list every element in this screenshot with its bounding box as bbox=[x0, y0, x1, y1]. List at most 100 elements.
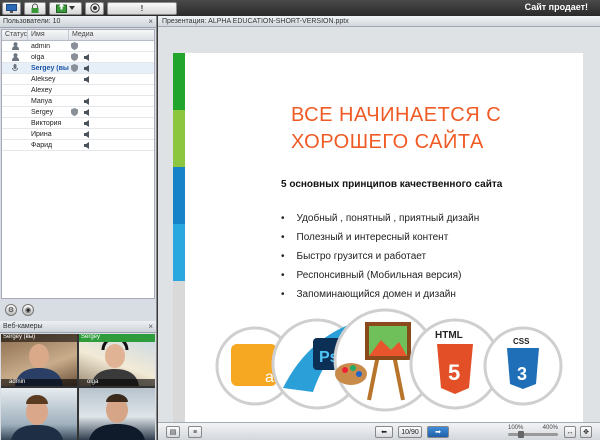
zoom-knob[interactable] bbox=[518, 431, 524, 438]
user-icon bbox=[11, 42, 19, 50]
user-status bbox=[2, 64, 28, 72]
speaker-icon bbox=[84, 75, 89, 83]
webcam-tile[interactable] bbox=[79, 388, 155, 440]
users-list: Статус Имя Медиа admin olga Sergey (вы) Ale… bbox=[1, 29, 155, 299]
options-button[interactable]: ◉ bbox=[22, 304, 34, 316]
user-name: Mariya bbox=[31, 97, 53, 105]
user-row[interactable]: Alexey bbox=[2, 85, 154, 96]
zoom-slider[interactable]: 100% 400% bbox=[508, 425, 558, 438]
user-icon bbox=[11, 53, 19, 61]
chevron-down-icon bbox=[69, 6, 75, 10]
webcam-tile[interactable] bbox=[1, 388, 77, 440]
person-image bbox=[89, 394, 145, 440]
speaker-icon bbox=[84, 108, 89, 116]
lock-icon bbox=[31, 3, 39, 13]
user-row[interactable]: olga bbox=[2, 52, 154, 63]
user-name: olga bbox=[31, 53, 45, 61]
lock-button[interactable] bbox=[24, 1, 46, 15]
column-media[interactable]: Медиа bbox=[69, 30, 154, 40]
upload-button[interactable] bbox=[49, 1, 82, 15]
expand-icon: ↔ bbox=[566, 428, 574, 436]
next-slide-button[interactable]: ➡ bbox=[427, 426, 449, 438]
user-row[interactable]: Sergey bbox=[2, 107, 154, 118]
user-status bbox=[2, 53, 28, 61]
user-name: Sergey (вы) bbox=[31, 64, 69, 72]
bullet-item: Быстро грузится и работает bbox=[281, 247, 479, 266]
column-status[interactable]: Статус bbox=[2, 30, 28, 40]
move-button[interactable]: ✥ bbox=[580, 426, 592, 438]
user-row[interactable]: Виктория bbox=[2, 118, 154, 129]
app-title: Сайт продает! bbox=[524, 2, 588, 12]
user-name: Sergey bbox=[31, 108, 54, 116]
slide-title-line: ХОРОШЕГО САЙТА bbox=[291, 131, 484, 153]
user-row[interactable]: Ирина bbox=[2, 129, 154, 140]
user-name: Виктория bbox=[31, 119, 62, 127]
bullet-item: Запоминающийся домен и дизайн bbox=[281, 285, 479, 304]
person-image bbox=[11, 395, 63, 440]
close-icon[interactable]: × bbox=[148, 322, 153, 331]
users-columns: Статус Имя Медиа bbox=[2, 30, 154, 41]
close-icon[interactable]: × bbox=[148, 17, 153, 26]
user-row[interactable]: Sergey (вы) bbox=[2, 63, 154, 74]
user-row[interactable]: admin bbox=[2, 41, 154, 52]
webcams-title: Веб-камеры bbox=[3, 323, 43, 330]
user-name: Alexey bbox=[31, 86, 53, 94]
presentation-area: ВСЕ НАЧИНАЕТСЯ С ХОРОШЕГО САЙТА 5 основн… bbox=[158, 27, 600, 423]
slide-stripe-lightblue bbox=[173, 224, 185, 281]
column-name[interactable]: Имя bbox=[28, 30, 69, 40]
logo-html: HTML bbox=[435, 330, 463, 341]
user-media bbox=[69, 108, 154, 116]
slide-subtitle: 5 основных принципов качественного сайта bbox=[281, 179, 503, 190]
zoom-max-label: 400% bbox=[542, 425, 558, 431]
svg-text:3: 3 bbox=[517, 364, 527, 384]
webcam-label: Sergey bbox=[79, 334, 155, 342]
speaker-icon bbox=[84, 97, 89, 105]
prev-slide-button[interactable]: ⬅ bbox=[375, 426, 393, 438]
bullet-item: Респонсивный (Мобильная версия) bbox=[281, 266, 479, 285]
user-media bbox=[69, 42, 154, 50]
user-row[interactable]: Mariya bbox=[2, 96, 154, 107]
fit-width-button[interactable]: ≡ bbox=[188, 426, 202, 438]
webcam-tile[interactable]: Sergey olga bbox=[79, 334, 155, 386]
raise-hand-button[interactable]: ! bbox=[107, 1, 177, 15]
webcam-footer: admin bbox=[1, 379, 77, 386]
bullet-item: Удобный , понятный , приятный дизайн bbox=[281, 209, 480, 228]
upload-presentation-button[interactable]: ▤ bbox=[166, 426, 180, 438]
arrow-left-icon: ⬅ bbox=[381, 429, 387, 436]
bullet-item: Полезный и интересный контент bbox=[281, 228, 479, 247]
shield-icon bbox=[71, 42, 78, 50]
user-media bbox=[69, 130, 154, 138]
software-logos: ai Ps HTML 5 CSS 3 bbox=[215, 308, 563, 412]
speaker-icon bbox=[84, 64, 89, 72]
record-button[interactable] bbox=[85, 1, 104, 15]
user-row[interactable]: Фарид bbox=[2, 140, 154, 151]
users-panel-header: Пользователи: 10 × bbox=[0, 16, 156, 28]
user-row[interactable]: Aleksey bbox=[2, 74, 154, 85]
user-name: Aleksey bbox=[31, 75, 56, 83]
css3-logo-icon: CSS 3 bbox=[483, 326, 563, 406]
speaker-icon bbox=[84, 119, 89, 127]
document-icon: ▤ bbox=[169, 429, 177, 436]
zoom-track[interactable] bbox=[508, 431, 558, 438]
user-media bbox=[69, 97, 154, 105]
fullscreen-button[interactable]: ↔ bbox=[564, 426, 576, 438]
settings-button[interactable]: ⚙ bbox=[5, 304, 17, 316]
top-toolbar: ! Сайт продает! bbox=[0, 0, 600, 16]
webcam-tile[interactable]: Sergey (вы) admin bbox=[1, 334, 77, 386]
slide-stripe-green bbox=[173, 53, 185, 110]
page-indicator[interactable]: 10/90 bbox=[398, 426, 422, 438]
gear-icon: ⚙ bbox=[7, 307, 15, 314]
user-name: admin bbox=[31, 42, 51, 50]
user-media bbox=[69, 141, 154, 149]
webcam-grid: Sergey (вы) admin Sergey olga bbox=[1, 334, 155, 440]
slide-title-line: ВСЕ НАЧИНАЕТСЯ С bbox=[291, 104, 502, 126]
logo-css: CSS bbox=[513, 337, 530, 346]
share-screen-button[interactable] bbox=[2, 1, 21, 15]
microphone-icon bbox=[12, 64, 18, 71]
record-icon bbox=[89, 3, 100, 13]
users-count: Пользователи: 10 bbox=[3, 18, 61, 25]
shield-icon bbox=[71, 53, 78, 61]
presentation-controls: ▤ ≡ ⬅ 10/90 ➡ 100% 400% ↔ ✥ bbox=[158, 422, 600, 440]
target-icon: ◉ bbox=[24, 307, 32, 314]
shield-icon bbox=[71, 108, 78, 116]
